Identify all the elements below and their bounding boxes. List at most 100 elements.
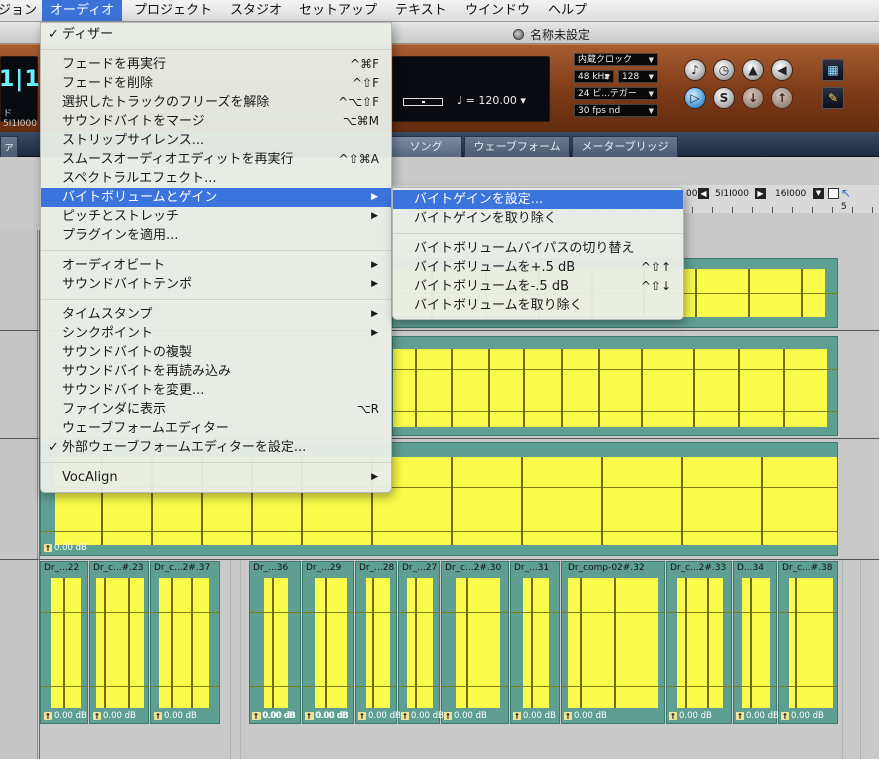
locator-dropdown[interactable]: ▼ (813, 188, 824, 199)
menu-separator (41, 299, 391, 300)
menu-audio[interactable]: オーディオ (42, 0, 122, 21)
audio_menu-item-25[interactable]: VocAlign ▶ (41, 468, 391, 487)
menu-text[interactable]: テキスト (395, 0, 447, 21)
locator-a[interactable]: 5I1I000 (715, 189, 749, 199)
audio_menu-item-17[interactable]: シンクポイント ▶ (41, 324, 391, 343)
region-gain[interactable]: † 0.00 dB (305, 711, 348, 721)
audio_menu-item-2[interactable]: フェードを再実行 ^⌘F (41, 55, 391, 74)
gain-handle-icon[interactable]: † (154, 712, 162, 720)
audio_menu-item-9[interactable]: バイトボリュームとゲイン ▶ (41, 188, 391, 207)
play-cursor-icon[interactable]: ▷ (684, 87, 706, 109)
tempo-value[interactable]: ♩ = 120.00 ▾ (457, 94, 526, 107)
region-gain[interactable]: † 0.00 dB (669, 711, 712, 721)
menu-edit[interactable]: ジョン (0, 0, 38, 21)
mixer-icon[interactable]: ▦ (822, 59, 844, 81)
audio-region-track2[interactable] (392, 336, 838, 436)
solo-icon[interactable]: S (713, 87, 735, 109)
audio-region-23[interactable]: Dr_c...#.23 † 0.00 dB (89, 561, 149, 724)
audio_menu-item-23[interactable]: ✓ 外部ウェーブフォームエディターを設定... (41, 438, 391, 457)
tab-song[interactable]: ソング (390, 136, 462, 157)
audio-region-37[interactable]: Dr_c...2#.37 † 0.00 dB (150, 561, 220, 724)
region-gain[interactable]: † 0.00 dB (252, 711, 295, 721)
gain-handle-icon[interactable]: † (44, 712, 52, 720)
audio-region-33[interactable]: Dr_c...2#.33 (666, 561, 732, 724)
region-gain[interactable]: † 0.00 dB (44, 543, 87, 553)
prev-locator-button[interactable]: ◀ (698, 188, 709, 199)
audio-region-36[interactable]: Dr_...36 †0.00 dB (249, 561, 301, 724)
menu-window[interactable]: ウインドウ (465, 0, 530, 21)
sample-rate[interactable]: 48 kHz (574, 70, 614, 83)
audio-region-30[interactable]: Dr_c...2#.30 (441, 561, 509, 724)
audio_menu-item-22[interactable]: ウェーブフォームエディター (41, 419, 391, 438)
speaker-icon[interactable]: ◀ (771, 59, 793, 81)
region-gain[interactable]: † 0.00 dB (358, 711, 401, 721)
arrow-tool-icon[interactable]: ↖ (841, 186, 851, 200)
audio-region-31[interactable]: Dr_...31 (510, 561, 560, 724)
audio_menu-item-16[interactable]: タイムスタンプ ▶ (41, 305, 391, 324)
buffer-size[interactable]: 128 (618, 70, 658, 83)
metronome-icon[interactable]: ♪ (684, 59, 706, 81)
menu-help[interactable]: ヘルプ (548, 0, 587, 21)
region-gain[interactable]: † 0.00 dB (513, 711, 556, 721)
menu-setup[interactable]: セットアップ (299, 0, 377, 21)
audio_menu-item-3[interactable]: フェードを削除 ^⇧F (41, 74, 391, 93)
count-in-icon[interactable]: ▲ (742, 59, 764, 81)
track-header-4[interactable] (0, 560, 38, 759)
region-gain[interactable]: † 0.00 dB (444, 711, 487, 721)
audio-region-29[interactable]: Dr_...29 †0.00 dB (302, 561, 354, 724)
snap-icon[interactable] (828, 188, 839, 199)
submenu-item-3[interactable]: バイトボリュームバイパスの切り替え (393, 239, 683, 258)
audio-region-22[interactable]: Dr_...22 † 0.00 dB (40, 561, 88, 724)
audio_menu-item-18[interactable]: サウンドバイトの複製 (41, 343, 391, 362)
fps-select[interactable]: 30 fps nd (574, 104, 658, 117)
pencil-icon[interactable]: ✎ (822, 87, 844, 109)
gain-handle-icon[interactable]: † (93, 712, 101, 720)
audio_menu-item-0[interactable]: ✓ ディザー (41, 25, 391, 44)
audio_menu-item-14[interactable]: サウンドバイトテンポ ▶ (41, 275, 391, 294)
region-gain[interactable]: † 0.00 dB (401, 711, 444, 721)
submenu-item-4[interactable]: バイトボリュームを+.5 dB ^⇧↑ (393, 258, 683, 277)
clock-select[interactable]: 内蔵クロック (574, 53, 658, 66)
track-header-3[interactable] (0, 439, 38, 559)
audio-region-32[interactable]: Dr_comp-02#.32 (561, 561, 665, 724)
menu-project[interactable]: プロジェクト (134, 0, 212, 21)
submenu-item-6[interactable]: バイトボリュームを取り除く (393, 296, 683, 315)
region-gain[interactable]: † 0.00 dB (564, 711, 607, 721)
tab-partial[interactable]: ァ (0, 136, 18, 157)
gain-handle-icon[interactable]: † (44, 544, 52, 552)
audio_menu-item-4[interactable]: 選択したトラックのフリーズを解除 ^⌥⇧F (41, 93, 391, 112)
bit-depth-select[interactable]: 24 ビ...テガー (574, 87, 658, 100)
audio_menu-item-10[interactable]: ピッチとストレッチ ▶ (41, 207, 391, 226)
audio_menu-item-label: オーディオビート (62, 258, 166, 273)
audio_menu-item-20[interactable]: サウンドバイトを変更... (41, 381, 391, 400)
audio-region-34[interactable]: D...34 (733, 561, 777, 724)
grid-line (860, 560, 861, 759)
audio-region-28[interactable]: Dr_...28 (355, 561, 397, 724)
submenu-item-1[interactable]: バイトゲインを取り除く (393, 209, 683, 228)
audio_menu-item-8[interactable]: スペクトラルエフェクト... (41, 169, 391, 188)
audio_menu-item-21[interactable]: ファインダに表示 ⌥R (41, 400, 391, 419)
audio_menu-item-11[interactable]: プラグインを適用... (41, 226, 391, 245)
audio_menu-item-5[interactable]: サウンドバイトをマージ ⌥⌘M (41, 112, 391, 131)
audio_menu-item-13[interactable]: オーディオビート ▶ (41, 256, 391, 275)
track-header-1[interactable] (0, 230, 38, 330)
track-header-2[interactable] (0, 331, 38, 438)
clock-icon[interactable]: ◷ (713, 59, 735, 81)
tab-waveform[interactable]: ウェーブフォーム (464, 136, 570, 157)
punch-out-icon[interactable]: ↑ (771, 87, 793, 109)
submenu-item-5[interactable]: バイトボリュームを-.5 dB ^⇧↓ (393, 277, 683, 296)
region-gain[interactable]: † 0.00 dB (736, 711, 779, 721)
audio-region-38[interactable]: Dr_c...#.38 (778, 561, 838, 724)
next-locator-button[interactable]: ▶ (755, 188, 766, 199)
menu-studio[interactable]: スタジオ (230, 0, 282, 21)
region-gain[interactable]: † 0.00 dB (781, 711, 824, 721)
tab-meter-bridge[interactable]: メーターブリッジ (572, 136, 678, 157)
submenu-item-0[interactable]: バイトゲインを設定... (393, 190, 683, 209)
audio_menu-item-19[interactable]: サウンドバイトを再読み込み (41, 362, 391, 381)
menu-separator (41, 462, 391, 463)
locator-b[interactable]: 16I000 (775, 189, 806, 199)
audio_menu-item-6[interactable]: ストリップサイレンス... (41, 131, 391, 150)
punch-in-icon[interactable]: ↓ (742, 87, 764, 109)
audio-region-27[interactable]: Dr_...27 (398, 561, 440, 724)
audio_menu-item-7[interactable]: スムースオーディオエディットを再実行 ^⇧⌘A (41, 150, 391, 169)
